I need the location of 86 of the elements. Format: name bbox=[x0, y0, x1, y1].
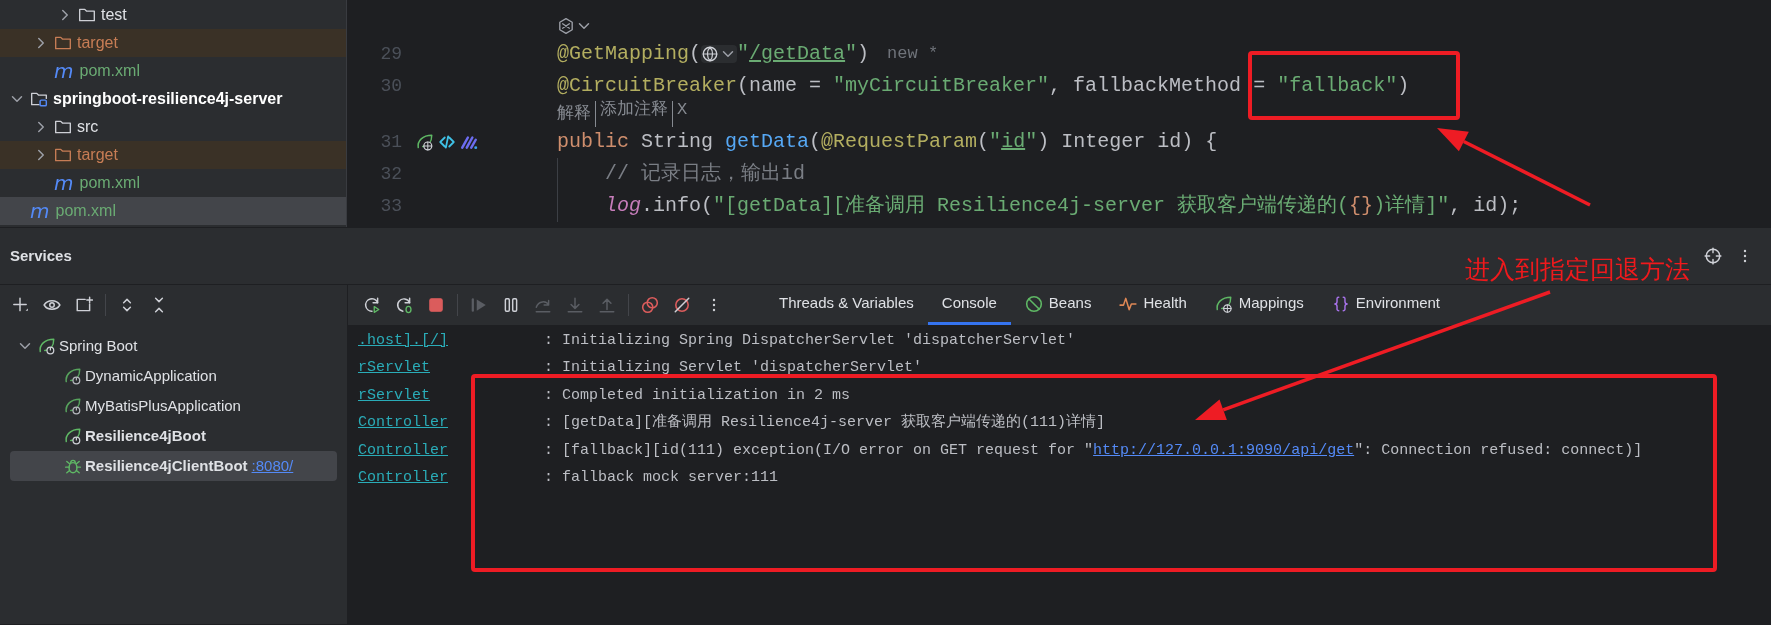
code-line: log.info("[getData][准备调用 Resilience4j-server 获取客户端传递的({})详情]", id); bbox=[557, 190, 1522, 222]
url-inlay-button[interactable] bbox=[701, 45, 738, 63]
logger-link[interactable]: rServlet bbox=[358, 384, 544, 407]
author-hint: new * bbox=[887, 43, 939, 66]
leaf-power-icon bbox=[38, 337, 56, 355]
maven-icon: m bbox=[30, 201, 50, 221]
leaf-power-icon bbox=[64, 427, 82, 445]
log-message: : Initializing Servlet 'dispatcherServlet' bbox=[544, 358, 923, 378]
service-item[interactable]: Resilience4jBoot bbox=[10, 421, 337, 451]
tree-item[interactable]: springboot-resilience4j-server bbox=[0, 85, 346, 113]
step-out-icon bbox=[598, 296, 616, 314]
file-name: pom.xml bbox=[79, 61, 140, 81]
leaf-power-icon bbox=[64, 397, 82, 415]
folder-icon bbox=[54, 34, 72, 52]
breakpoints-icon bbox=[641, 296, 659, 314]
braces-icon bbox=[1331, 294, 1350, 313]
folder-icon bbox=[78, 6, 96, 24]
rerun-debug-icon bbox=[395, 296, 413, 314]
file-name: pom.xml bbox=[55, 201, 116, 221]
panel-title: Services bbox=[10, 245, 72, 266]
leaf-power-icon bbox=[64, 367, 82, 385]
logger-link[interactable]: Controller bbox=[358, 439, 544, 462]
bug-icon bbox=[64, 457, 82, 475]
log-message: : [getData][准备调用 Resilience4j-server 获取客户端传递的(111)详情] bbox=[544, 412, 1106, 433]
new-group-icon bbox=[75, 296, 93, 314]
logger-link[interactable]: Controller bbox=[358, 467, 544, 490]
log-message: : fallback mock server:111 bbox=[544, 468, 779, 488]
sparkle-icon bbox=[557, 17, 575, 35]
tree-item[interactable]: test bbox=[0, 1, 346, 29]
muted-breakpoints-icon bbox=[673, 296, 691, 314]
more-icon bbox=[712, 297, 716, 313]
hint-action[interactable]: X bbox=[672, 101, 688, 127]
maven-icon: m bbox=[54, 61, 74, 81]
folder-icon bbox=[54, 118, 72, 136]
code-line: // 记录日志，输出id bbox=[557, 158, 805, 190]
more-icon bbox=[1743, 248, 1747, 264]
file-name: test bbox=[101, 5, 127, 25]
service-item[interactable]: Resilience4jClientBoot :8080/ bbox=[10, 451, 337, 481]
hint-action[interactable]: 解释 bbox=[557, 101, 591, 127]
link-arrows-icon bbox=[438, 133, 456, 151]
tree-item[interactable]: m pom.xml bbox=[0, 169, 346, 197]
service-item[interactable]: MyBatisPlusApplication bbox=[10, 391, 337, 421]
logger-link[interactable]: Controller bbox=[358, 412, 544, 435]
logger-link[interactable]: rServlet bbox=[358, 357, 544, 380]
tab[interactable]: Mappings bbox=[1200, 285, 1318, 325]
resume-icon bbox=[470, 296, 488, 314]
hint-action[interactable]: 添加注释 bbox=[595, 101, 668, 127]
add-icon bbox=[11, 296, 29, 314]
code-line: @GetMapping( "/getData") bbox=[557, 41, 870, 67]
leaf-globe-icon bbox=[1214, 294, 1233, 313]
tree-item[interactable]: src bbox=[0, 113, 346, 141]
sparkle-stroke-icon bbox=[460, 133, 478, 151]
file-name: springboot-resilience4j-server bbox=[53, 89, 283, 109]
file-name: target bbox=[77, 33, 118, 53]
log-message: : [fallback][id(111) exception(I/O error on GET request for "http://127.0.0.1:9090/api/get": Connection refused: connect)] bbox=[544, 440, 1643, 461]
code-line: public String getData(@RequestParam("id") Integer id) { bbox=[557, 129, 1218, 155]
rerun-icon bbox=[363, 296, 381, 314]
tab[interactable]: Beans bbox=[1010, 285, 1106, 325]
folder-icon bbox=[54, 146, 72, 164]
tab[interactable]: Health bbox=[1105, 285, 1201, 325]
slashed-circle-icon bbox=[1024, 294, 1043, 313]
service-item[interactable]: DynamicApplication bbox=[10, 361, 337, 391]
service-item[interactable]: Spring Boot bbox=[10, 331, 337, 361]
leaf-globe-icon bbox=[416, 133, 434, 151]
tab[interactable]: Threads & Variables bbox=[765, 285, 928, 325]
logger-link[interactable]: .host].[/] bbox=[358, 329, 544, 352]
tree-item[interactable]: m pom.xml bbox=[0, 197, 346, 225]
log-message: : Initializing Spring DispatcherServlet 'dispatcherServlet' bbox=[544, 330, 1076, 351]
code-line: @CircuitBreaker(name = "myCircuitBreaker", fallbackMethod = "fallback") bbox=[557, 73, 1410, 99]
stop-icon bbox=[427, 296, 445, 314]
pause-icon bbox=[502, 296, 520, 314]
tree-item[interactable]: target bbox=[0, 141, 346, 169]
file-name: src bbox=[77, 117, 99, 137]
annotation-label: 进入到指定回退方法 bbox=[1465, 254, 1690, 286]
maven-icon: m bbox=[54, 173, 74, 193]
file-name: pom.xml bbox=[79, 173, 140, 193]
module-folder-icon bbox=[30, 90, 48, 108]
globe-icon bbox=[701, 45, 720, 63]
url-link[interactable]: http://127.0.0.1:9090/api/get bbox=[1093, 441, 1355, 459]
crosshair-icon bbox=[1704, 247, 1722, 265]
tab[interactable]: Environment bbox=[1317, 285, 1454, 325]
tree-item[interactable]: m pom.xml bbox=[0, 57, 346, 85]
step-into-icon bbox=[566, 296, 584, 314]
tree-item[interactable]: target bbox=[0, 29, 346, 57]
log-message: : Completed initialization in 2 ms bbox=[544, 385, 851, 406]
file-name: target bbox=[77, 145, 118, 165]
